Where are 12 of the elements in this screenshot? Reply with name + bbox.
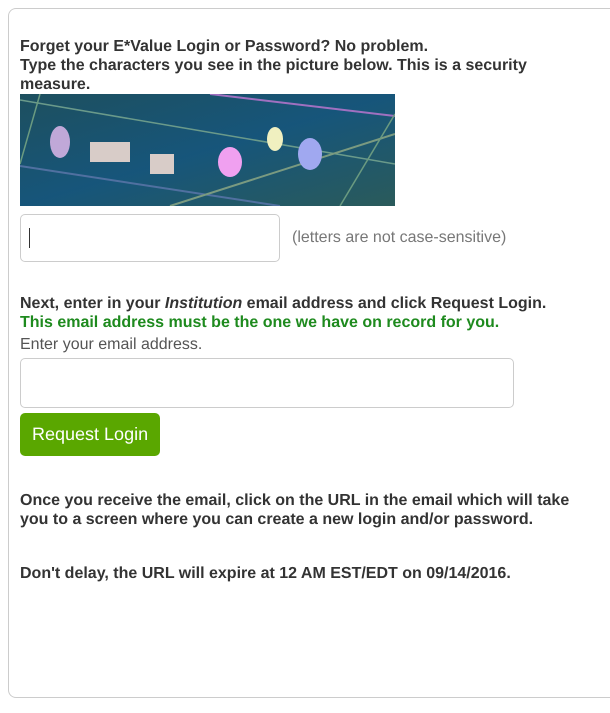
instruction-text: Next, enter in your Institution email address and click Request Login. [20, 294, 548, 313]
hint-text: (letters are not case-sensitive) [292, 229, 506, 247]
request-login-button[interactable]: Request Login [20, 413, 160, 456]
field-label: Enter your email address. [20, 336, 204, 354]
notice-text: This email address must be the one we have on record for you. [20, 313, 500, 332]
info-text: Once you receive the email, click on the URL in the email which will take you to a screen where you can create a new login and/or password. [20, 491, 570, 529]
captcha-input[interactable] [20, 214, 280, 262]
email-input[interactable] [20, 358, 514, 408]
text-cursor [29, 228, 30, 248]
info-text: Don't delay, the URL will expire at 12 AM EST/EDT on 09/14/2016. [20, 564, 512, 583]
instruction-text: Type the characters you see in the picture below. This is a security measure. [20, 56, 528, 94]
instruction-text: Forget your E*Value Login or Password? No problem. [20, 37, 430, 56]
